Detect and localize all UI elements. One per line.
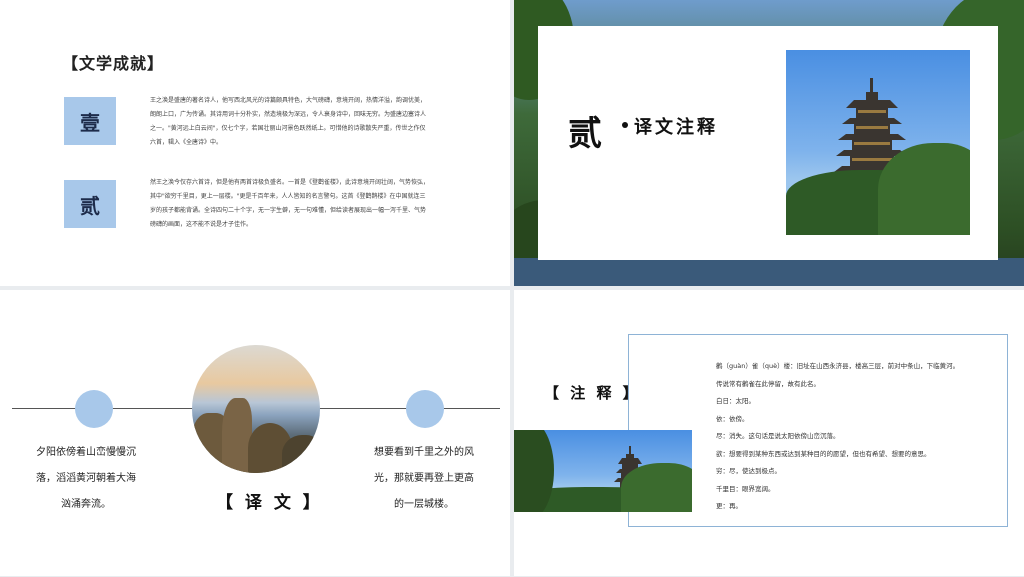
paragraph-2: 然王之涣今仅存六首诗，但是他有两首诗极负盛名。一首是《登鹳雀楼》，此诗意境开阔壮… [150, 176, 450, 232]
paragraph-1: 王之涣是盛唐的著名诗人，他写西北风光的诗篇颇具特色，大气磅礴，意境开阔，热情洋溢… [150, 94, 450, 150]
pagoda-photo [514, 430, 692, 512]
annotation-item: 千里目：眼界宽阔。 [716, 484, 775, 493]
annotation-item: 鹳（guàn）雀（què）楼：旧址在山西永济县，楼高三层，前对中条山，下临黄河。 [716, 362, 960, 370]
slide-translation[interactable]: 夕阳依傍着山峦慢慢沉 落，滔滔黄河朝着大海 汹涌奔流。 想要看到千里之外的风 光… [0, 290, 510, 576]
title-card: 贰 译文注释 [538, 26, 998, 260]
text-line: 汹涌奔流。 [61, 499, 111, 510]
hill [620, 462, 692, 512]
mountain-sea-photo [192, 345, 320, 473]
timeline-dot-right [406, 390, 444, 428]
annotation-item: 白日：太阳。 [716, 397, 755, 405]
annotation-item: 穷：尽，使达到极点。 [716, 467, 781, 475]
annotation-item: 欲：想要得到某种东西或达到某种目的的愿望，但也有希望、想要的意思。 [716, 449, 931, 458]
timeline-dot-left [75, 390, 113, 428]
text-line: 落，滔滔黄河朝着大海 [36, 473, 136, 484]
rock [282, 435, 320, 473]
translation-right: 想要看到千里之外的风 光，那就要再登上更高 的一层城楼。 [364, 440, 484, 518]
paragraph-line: 之一。"黄河远上白云间"，仅七个字，若国壮丽山河景色跃然纸上。可惜他的诗歌散失严… [150, 125, 426, 132]
slide-section-divider[interactable]: 贰 译文注释 [514, 0, 1024, 286]
slide-annotations[interactable]: 【 注 释 】 鹳（guàn）雀（què）楼：旧址在山西永济县，楼高三层，前对中… [514, 290, 1024, 576]
pagoda-photo [786, 50, 970, 235]
text-line: 的一层城楼。 [394, 499, 454, 510]
annotation-item: 依：依傍。 [716, 414, 749, 423]
section-number: 贰 [568, 114, 602, 154]
paragraph-line: 朗朗上口，广为传诵。其诗用词十分朴实，然造境极为深远，令人衰身诗中，回味无穷。为… [150, 111, 427, 118]
paragraph-line: 岁的孩子都能背诵。全诗四句二十个字，无一字生僻，无一句难懂，但给读者展现出一幅一… [150, 207, 427, 214]
section-title: 译文注释 [634, 117, 718, 138]
separator-dot [622, 122, 628, 128]
paragraph-line: 六首，辑入《全唐诗》中。 [150, 139, 223, 146]
lake [514, 258, 1024, 286]
translation-left: 夕阳依傍着山峦慢慢沉 落，滔滔黄河朝着大海 汹涌奔流。 [26, 440, 146, 518]
tree-foliage [514, 430, 554, 512]
number-box-1: 壹 [64, 97, 116, 145]
annotation-item: 传说常有鹳雀在此停留，故有此名。 [716, 379, 820, 388]
text-line: 夕阳依傍着山峦慢慢沉 [36, 447, 136, 458]
text-line: 想要看到千里之外的风 [374, 447, 474, 458]
slide-title: 【 译 文 】 [216, 493, 323, 513]
paragraph-line: 王之涣是盛唐的著名诗人，他写西北风光的诗篇颇具特色，大气磅礴，意境开阔，热情洋溢… [150, 97, 427, 104]
paragraph-line: 然王之涣今仅存六首诗，但是他有两首诗极负盛名。一首是《登鹳雀楼》，此诗意境开阔壮… [150, 179, 430, 186]
paragraph-line: 其中"欲穷千里目，更上一层楼。"更是千百年来，人人皆知的名言警句。这首《登鹳鹊楼… [150, 193, 426, 200]
text-line: 光，那就要再登上更高 [374, 473, 474, 484]
slide-literary-achievement[interactable]: 【文学成就】 壹 王之涣是盛唐的著名诗人，他写西北风光的诗篇颇具特色，大气磅礴，… [0, 0, 510, 286]
slide-title: 【 注 释 】 [544, 384, 641, 402]
annotation-item: 更：再。 [716, 502, 742, 510]
slide-grid: 【文学成就】 壹 王之涣是盛唐的著名诗人，他写西北风光的诗篇颇具特色，大气磅礴，… [0, 0, 1024, 577]
slide-title: 【文学成就】 [62, 54, 165, 73]
paragraph-line: 磅礴的画面，这不能不说是才子佳作。 [150, 221, 253, 228]
annotation-list: 鹳（guàn）雀（què）楼：旧址在山西永济县，楼高三层，前对中条山，下临黄河。… [716, 358, 1006, 516]
annotation-item: 尽：消失。这句话是说太阳依傍山峦沉落。 [716, 432, 840, 440]
number-box-2: 贰 [64, 180, 116, 228]
